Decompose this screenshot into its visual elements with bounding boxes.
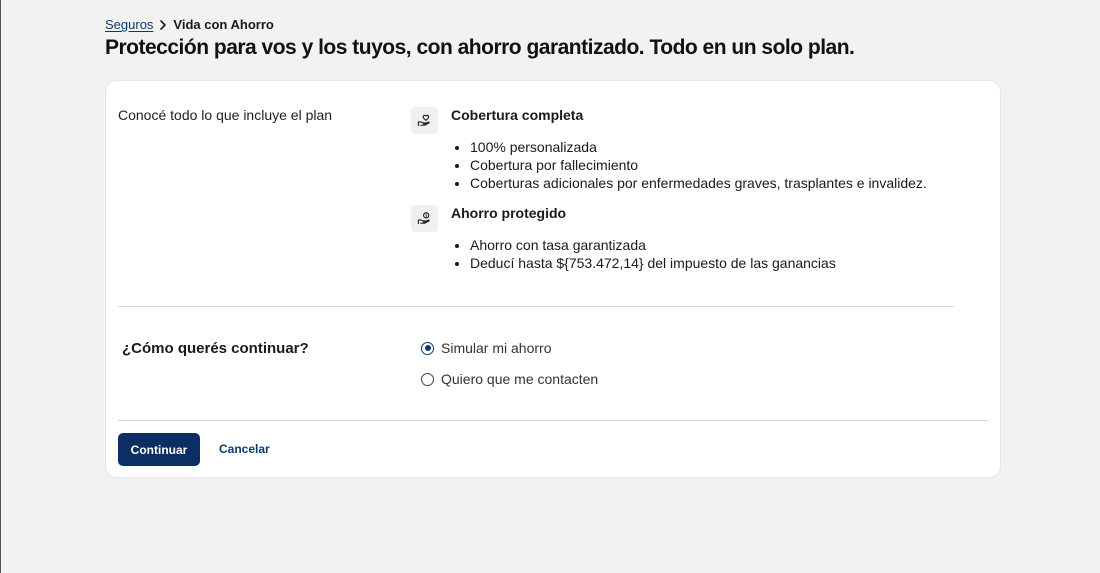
plan-card: Conocé todo lo que incluye el plan Cober…: [105, 80, 1001, 478]
list-item: Cobertura por fallecimiento: [470, 156, 927, 174]
continue-question: ¿Cómo querés continuar?: [122, 340, 309, 357]
radio-button-selected[interactable]: [421, 341, 434, 355]
chevron-right-icon: [157, 19, 169, 31]
radio-label: Simular mi ahorro: [441, 340, 552, 356]
radio-button[interactable]: [421, 372, 434, 386]
divider: [118, 306, 954, 307]
feature-list: Ahorro con tasa garantizada Deducí hasta…: [455, 236, 836, 272]
includes-label: Conocé todo lo que incluye el plan: [118, 107, 333, 123]
list-item: Ahorro con tasa garantizada: [470, 236, 836, 254]
breadcrumb: Seguros Vida con Ahorro: [105, 17, 274, 32]
radio-option-contacto[interactable]: Quiero que me contacten: [421, 371, 598, 387]
list-item: 100% personalizada: [470, 138, 927, 156]
heart-hand-icon: [411, 107, 438, 134]
continue-button[interactable]: Continuar: [118, 433, 200, 466]
feature-title: Cobertura completa: [451, 107, 584, 123]
radio-label: Quiero que me contacten: [441, 371, 599, 387]
breadcrumb-link-seguros[interactable]: Seguros: [105, 17, 153, 32]
list-item: Deducí hasta ${753.472,14} del impuesto …: [470, 254, 836, 272]
list-item: Coberturas adicionales por enfermedades …: [470, 174, 927, 192]
page-title: Protección para vos y los tuyos, con aho…: [105, 36, 855, 59]
feature-list: 100% personalizada Cobertura por falleci…: [455, 138, 927, 192]
feature-title: Ahorro protegido: [451, 205, 567, 221]
breadcrumb-current: Vida con Ahorro: [173, 17, 274, 32]
radio-option-simular[interactable]: Simular mi ahorro: [421, 340, 551, 356]
divider: [118, 420, 989, 421]
money-hand-icon: [411, 205, 438, 232]
cancel-button[interactable]: Cancelar: [219, 442, 270, 456]
